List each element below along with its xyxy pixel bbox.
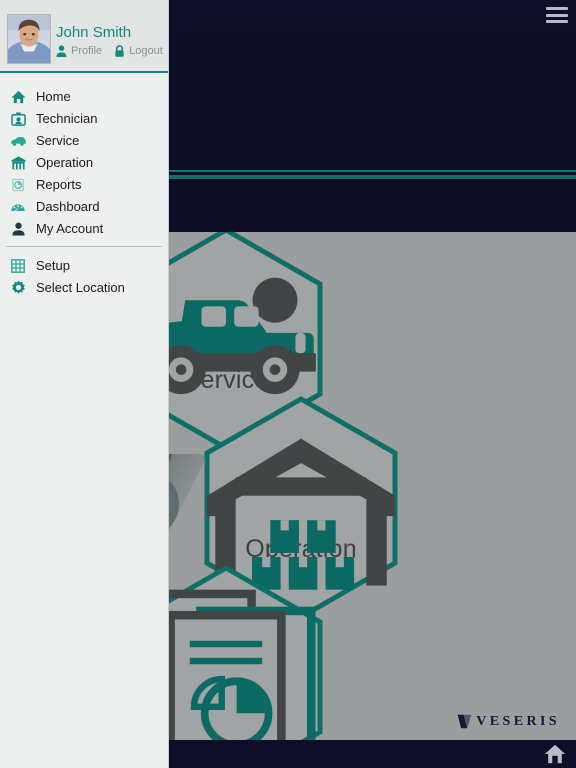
app-root: John Smith Sample Pest Control Phoenix W… xyxy=(0,0,576,768)
logout-link[interactable]: Logout xyxy=(114,45,163,57)
id-badge-icon xyxy=(10,111,26,127)
sidebar-item-technician[interactable]: Technician xyxy=(0,109,168,128)
sidebar-item-reports[interactable]: Reports xyxy=(0,175,168,194)
profile-actions: Profile Logout xyxy=(56,45,163,57)
sidebar-item-label: Select Location xyxy=(36,280,125,295)
sidebar-item-setup[interactable]: Setup xyxy=(0,256,168,275)
profile-card: John Smith Profile Logout xyxy=(0,0,168,73)
veseris-v-icon xyxy=(457,714,472,729)
drawer-menu: Home Technician Service Operation Report… xyxy=(0,73,168,297)
logout-link-label: Logout xyxy=(129,45,163,57)
sidebar-item-service[interactable]: Service xyxy=(0,131,168,150)
hamburger-icon[interactable] xyxy=(546,6,568,24)
sidebar-item-label: My Account xyxy=(36,221,104,236)
navigation-drawer: John Smith Profile Logout Home Technicia… xyxy=(0,0,169,768)
sidebar-item-home[interactable]: Home xyxy=(0,87,168,106)
sidebar-item-label: Service xyxy=(36,133,80,148)
sidebar-item-label: Setup xyxy=(36,258,70,273)
sidebar-item-label: Dashboard xyxy=(36,199,100,214)
sidebar-item-select-location[interactable]: Select Location xyxy=(0,278,168,297)
gauge-icon xyxy=(10,199,26,215)
hamburger-bar xyxy=(546,13,568,17)
profile-name: John Smith xyxy=(56,24,132,41)
reports-icon xyxy=(10,177,26,193)
warehouse-icon xyxy=(10,155,26,171)
hamburger-bar xyxy=(546,7,568,10)
hamburger-bar xyxy=(546,20,568,23)
sidebar-item-dashboard[interactable]: Dashboard xyxy=(0,197,168,216)
veseris-wordmark: VESERIS xyxy=(476,713,560,729)
sidebar-item-my-account[interactable]: My Account xyxy=(0,219,168,238)
sidebar-item-label: Technician xyxy=(36,111,98,126)
avatar[interactable] xyxy=(7,14,51,64)
menu-divider xyxy=(6,246,162,247)
lock-icon xyxy=(115,45,124,57)
sidebar-item-operation[interactable]: Operation xyxy=(0,153,168,172)
sidebar-item-label: Operation xyxy=(36,155,94,170)
veseris-logo: VESERIS xyxy=(456,713,560,730)
profile-link[interactable]: Profile xyxy=(56,45,102,57)
person-icon xyxy=(10,221,26,237)
sidebar-item-label: Home xyxy=(36,89,71,104)
user-photo xyxy=(8,15,50,63)
home-icon xyxy=(10,89,26,105)
gear-icon xyxy=(10,280,26,296)
grid-icon xyxy=(10,258,26,274)
person-icon xyxy=(56,45,67,57)
home-icon[interactable] xyxy=(544,744,566,764)
profile-link-label: Profile xyxy=(71,45,103,57)
sidebar-item-label: Reports xyxy=(36,177,82,192)
truck-icon xyxy=(10,133,26,149)
